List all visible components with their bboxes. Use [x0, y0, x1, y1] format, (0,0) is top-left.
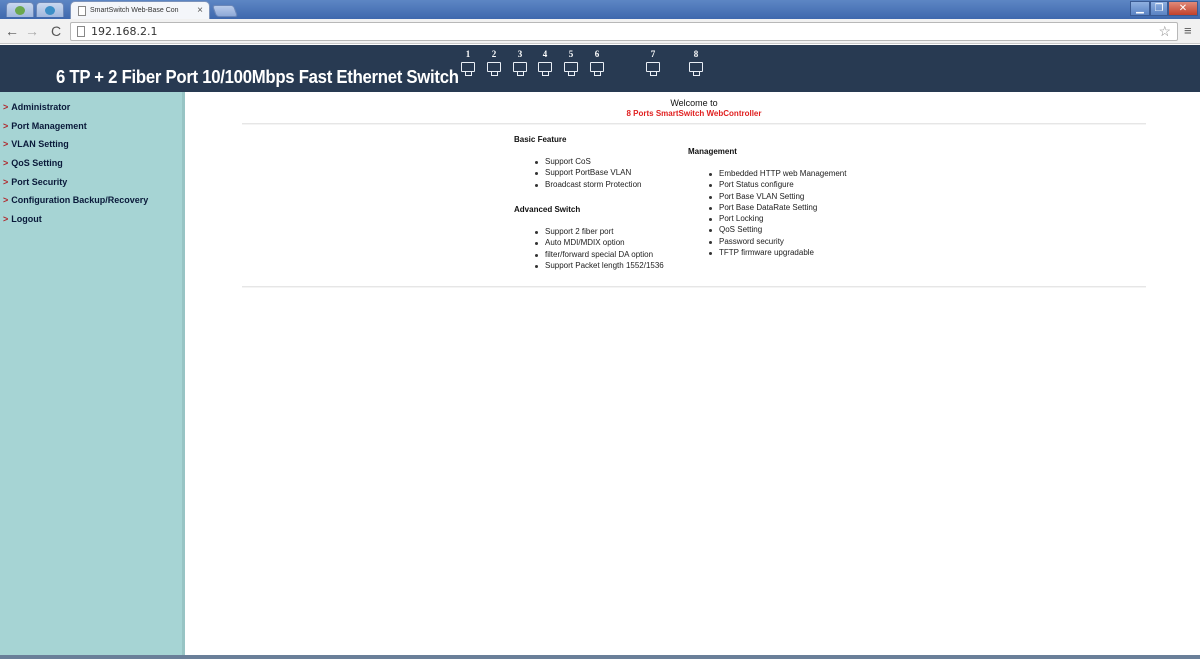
port-number: 4 [542, 49, 548, 59]
page-title: 6 TP + 2 Fiber Port 10/100Mbps Fast Ethe… [56, 67, 459, 87]
port-6-status[interactable]: 6 [590, 49, 604, 76]
sidebar-item-vlan-setting[interactable]: > VLAN Setting [3, 139, 69, 153]
port-7-status[interactable]: 7 [636, 49, 670, 76]
forward-arrow-icon[interactable]: → [24, 22, 40, 40]
new-tab-button[interactable] [211, 5, 239, 17]
ethernet-port-icon [487, 62, 501, 76]
fiber-port-icon [646, 62, 660, 76]
switch-header-banner: 6 TP + 2 Fiber Port 10/100Mbps Fast Ethe… [0, 45, 1200, 92]
chevron-right-icon: > [3, 214, 9, 224]
main-content: Welcome to 8 Ports SmartSwitch WebContro… [188, 92, 1200, 659]
advanced-switch-list: Support 2 fiber port Auto MDI/MDIX optio… [535, 227, 664, 272]
chevron-right-icon: > [3, 158, 9, 168]
welcome-subtitle: 8 Ports SmartSwitch WebController [626, 109, 762, 118]
list-item: Support PortBase VLAN [535, 168, 641, 179]
port-4-status[interactable]: 4 [538, 49, 552, 76]
tab-close-icon[interactable]: × [197, 5, 203, 16]
reload-icon[interactable]: C [48, 22, 64, 40]
port-number: 2 [491, 49, 497, 59]
browser-tab-bar: SmartSwitch Web-Base Con × ▁ ❐ ✕ [0, 0, 1200, 19]
active-tab[interactable]: SmartSwitch Web-Base Con × [70, 1, 210, 19]
divider [242, 286, 1146, 288]
port-3-status[interactable]: 3 [513, 49, 527, 76]
browser-menu-icon[interactable]: ≡ [1184, 23, 1192, 38]
chevron-right-icon: > [3, 121, 9, 131]
minimize-button[interactable]: ▁ [1130, 1, 1150, 16]
list-item: Auto MDI/MDIX option [535, 238, 664, 249]
page-icon [77, 26, 85, 37]
port-number: 1 [465, 49, 471, 59]
sidebar-item-port-management[interactable]: > Port Management [3, 121, 87, 135]
sidebar-item-label: Logout [11, 214, 42, 224]
port-number: 6 [594, 49, 600, 59]
url-text[interactable]: 192.168.2.1 [91, 25, 157, 38]
advanced-switch-heading: Advanced Switch [514, 205, 581, 214]
list-item: filter/forward special DA option [535, 250, 664, 261]
list-item: Support CoS [535, 157, 641, 168]
port-number: 5 [568, 49, 574, 59]
back-arrow-icon[interactable]: ← [4, 22, 20, 40]
sidebar-item-administrator[interactable]: > Administrator [3, 102, 70, 116]
sidebar-menu: > Administrator > Port Management > VLAN Se… [0, 92, 185, 659]
welcome-text: Welcome to [670, 98, 718, 108]
tab-title: SmartSwitch Web-Base Con [90, 7, 179, 14]
management-list: Embedded HTTP web Management Port Status… [709, 169, 846, 259]
list-item: QoS Setting [709, 225, 846, 236]
ethernet-port-icon [461, 62, 475, 76]
list-item: Port Base VLAN Setting [709, 192, 846, 203]
bookmark-star-icon[interactable]: ☆ [1158, 23, 1171, 40]
ethernet-port-icon [564, 62, 578, 76]
port-number: 3 [517, 49, 523, 59]
basic-feature-list: Support CoS Support PortBase VLAN Broadc… [535, 157, 641, 191]
management-heading: Management [688, 147, 737, 156]
sidebar-item-label: QoS Setting [11, 158, 63, 168]
sidebar-item-qos-setting[interactable]: > QoS Setting [3, 158, 63, 172]
port-8-status[interactable]: 8 [679, 49, 713, 76]
ethernet-port-icon [590, 62, 604, 76]
list-item: Embedded HTTP web Management [709, 169, 846, 180]
list-item: Support 2 fiber port [535, 227, 664, 238]
port-number: 7 [650, 49, 656, 59]
sidebar-item-label: Administrator [11, 102, 71, 112]
sidebar-item-port-security[interactable]: > Port Security [3, 177, 67, 191]
list-item: Port Locking [709, 214, 846, 225]
chevron-right-icon: > [3, 139, 9, 149]
ethernet-port-icon [513, 62, 527, 76]
browser-toolbar: ← → C 192.168.2.1 ☆ ≡ [0, 19, 1200, 44]
list-item: Port Base DataRate Setting [709, 203, 846, 214]
list-item: Broadcast storm Protection [535, 180, 641, 191]
pinned-tab[interactable] [6, 2, 34, 17]
chevron-right-icon: > [3, 177, 9, 187]
list-item: Port Status configure [709, 180, 846, 191]
address-bar[interactable]: 192.168.2.1 ☆ [70, 22, 1178, 41]
sidebar-item-label: Configuration Backup/Recovery [11, 195, 149, 205]
sidebar-item-logout[interactable]: > Logout [3, 214, 42, 228]
chevron-right-icon: > [3, 195, 9, 205]
sidebar-item-label: Port Security [11, 177, 68, 187]
divider [242, 123, 1146, 125]
window-bottom-edge [0, 655, 1200, 659]
port-1-status[interactable]: 1 [461, 49, 475, 76]
pinned-tab[interactable] [36, 2, 64, 17]
page-icon [78, 6, 86, 16]
maximize-button[interactable]: ❐ [1150, 1, 1168, 16]
port-number: 8 [693, 49, 699, 59]
port-2-status[interactable]: 2 [487, 49, 501, 76]
basic-feature-heading: Basic Feature [514, 135, 567, 144]
chevron-right-icon: > [3, 102, 9, 112]
port-5-status[interactable]: 5 [564, 49, 578, 76]
close-window-button[interactable]: ✕ [1168, 1, 1198, 16]
ethernet-port-icon [538, 62, 552, 76]
list-item: TFTP firmware upgradable [709, 248, 846, 259]
fiber-port-icon [689, 62, 703, 76]
list-item: Support Packet length 1552/1536 [535, 261, 664, 272]
sidebar-item-label: Port Management [11, 121, 87, 131]
sidebar-item-label: VLAN Setting [11, 139, 69, 149]
list-item: Password security [709, 237, 846, 248]
sidebar-item-configuration-backup[interactable]: > Configuration Backup/Recovery [3, 195, 148, 209]
